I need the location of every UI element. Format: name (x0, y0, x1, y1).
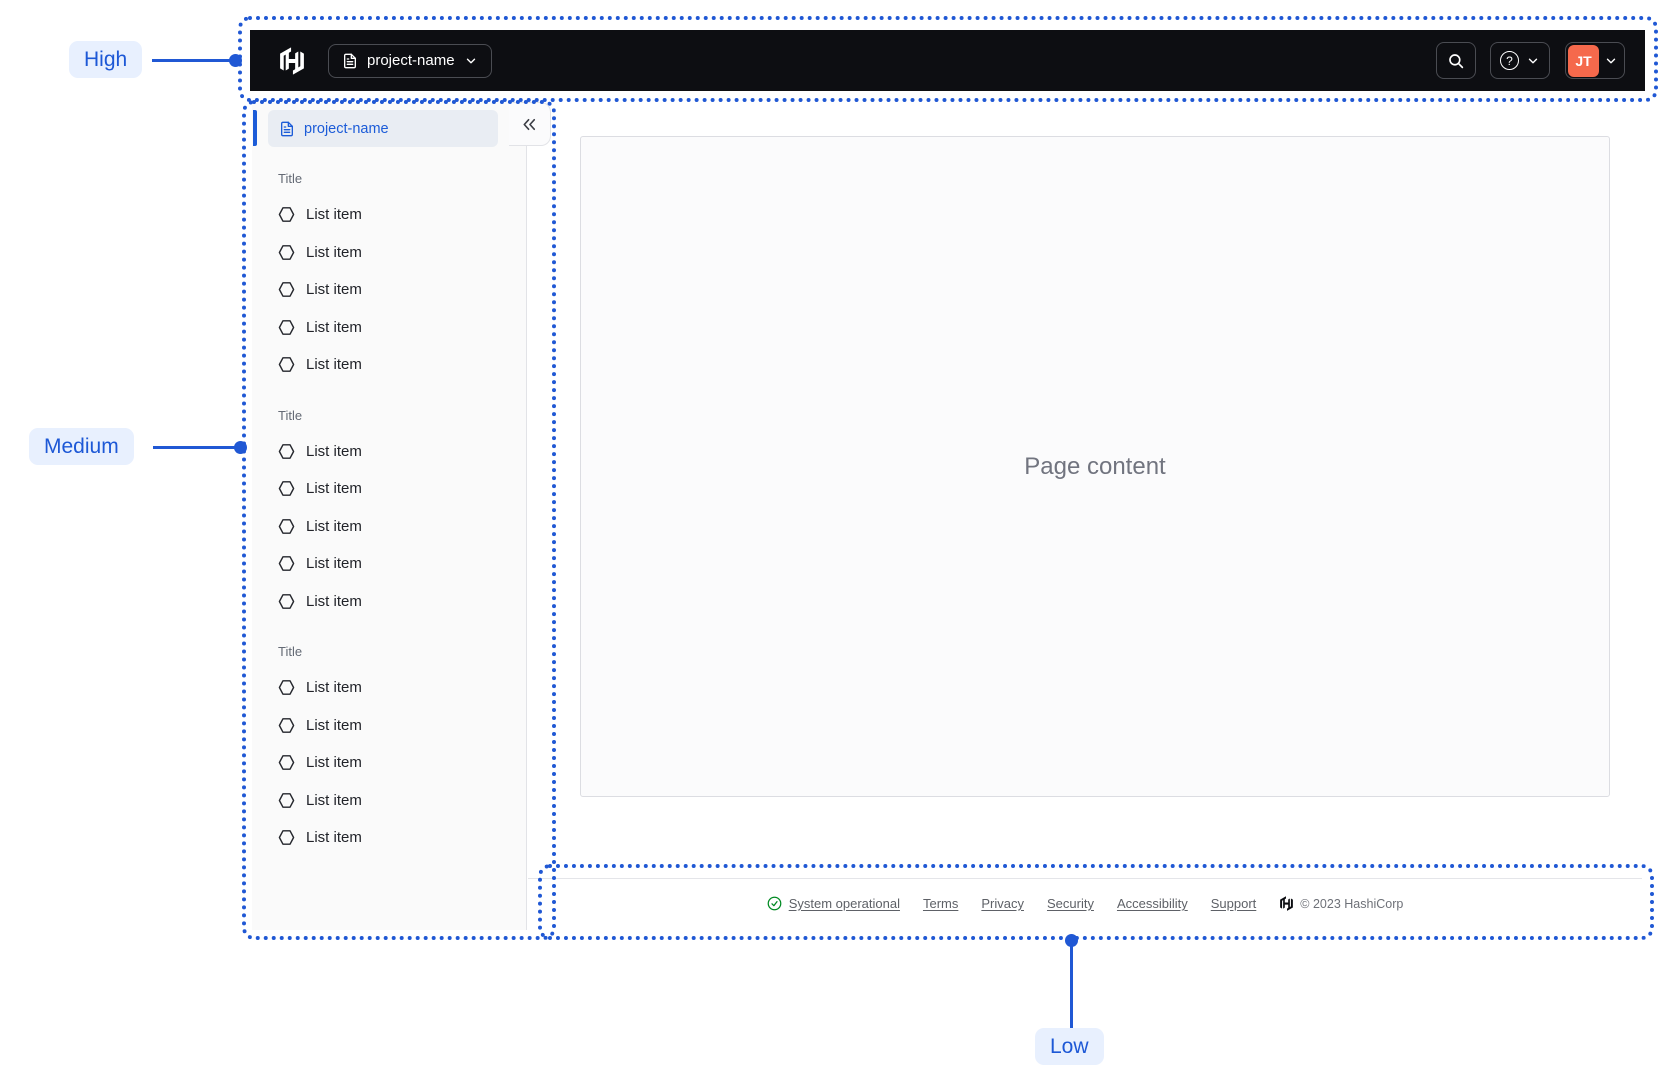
sidebar-list-item[interactable]: List item (252, 346, 526, 384)
sidebar-list-item[interactable]: List item (252, 782, 526, 820)
hexagon-icon (278, 443, 295, 460)
annotation-connector-medium (153, 446, 241, 449)
hexagon-icon (278, 754, 295, 771)
active-item-accent-bar (253, 110, 257, 146)
file-text-icon (279, 121, 295, 137)
hexagon-icon (278, 244, 295, 261)
sidebar-list-item[interactable]: List item (252, 508, 526, 546)
hexagon-icon (278, 281, 295, 298)
chevron-down-icon (464, 54, 478, 68)
file-text-icon (342, 53, 358, 69)
system-status-label: System operational (788, 896, 900, 911)
sidebar-item-label: List item (306, 442, 362, 460)
sidebar-nav: Title List item List item List item List… (252, 147, 526, 857)
page-content-placeholder: Page content (1024, 452, 1166, 480)
check-circle-icon (767, 896, 782, 911)
annotation-dot-medium (234, 441, 247, 454)
sidebar-item-label: List item (306, 679, 362, 697)
sidebar-collapse-button[interactable] (509, 102, 551, 146)
sidebar-item-label: List item (306, 791, 362, 809)
help-menu-button[interactable]: ? (1490, 42, 1550, 79)
accessibility-link[interactable]: Accessibility (1117, 896, 1188, 911)
sidebar-item-label: List item (306, 356, 362, 374)
page: { "annotations": { "high": { "label": "H… (0, 0, 1672, 1078)
security-link[interactable]: Security (1047, 896, 1094, 911)
hexagon-icon (278, 319, 295, 336)
hexagon-icon (278, 717, 295, 734)
hashicorp-logo (1279, 896, 1294, 911)
help-icon: ? (1500, 51, 1519, 70)
sidebar-section-title: Title (278, 407, 303, 423)
sidebar-project-label: project-name (304, 120, 389, 137)
annotation-label-medium: Medium (29, 428, 134, 466)
sidebar-list-item[interactable]: List item (252, 583, 526, 621)
search-button[interactable] (1436, 42, 1476, 79)
sidebar-list-item[interactable]: List item (252, 309, 526, 347)
sidebar-list-item[interactable]: List item (252, 819, 526, 857)
hexagon-icon (278, 593, 295, 610)
sidebar-item-label: List item (306, 754, 362, 772)
hexagon-icon (278, 480, 295, 497)
hashicorp-logo (278, 46, 306, 75)
sidebar-item-label: List item (306, 517, 362, 535)
sidebar-section-title: Title (278, 644, 303, 659)
sidebar-list-item[interactable]: List item (252, 271, 526, 309)
sidebar-item-label: List item (306, 243, 362, 261)
copyright-text: © 2023 HashiCorp (1300, 896, 1404, 911)
hexagon-icon (278, 518, 295, 535)
privacy-link[interactable]: Privacy (981, 896, 1024, 911)
top-navbar: project-name ? JT (250, 30, 1645, 91)
hexagon-icon (278, 792, 295, 809)
hexagon-icon (278, 829, 295, 846)
sidebar: project-name Title List item List item L… (252, 102, 527, 930)
hexagon-icon (278, 206, 295, 223)
sidebar-item-label: List item (306, 592, 362, 610)
annotation-label-low: Low (1035, 1028, 1104, 1066)
sidebar-item-label: List item (306, 716, 362, 734)
sidebar-list-item[interactable]: List item (252, 234, 526, 272)
terms-link[interactable]: Terms (923, 896, 958, 911)
sidebar-list-item[interactable]: List item (252, 707, 526, 745)
chevron-down-icon (1526, 54, 1540, 68)
avatar: JT (1568, 44, 1599, 77)
hexagon-icon (278, 555, 295, 572)
sidebar-list-item[interactable]: List item (252, 545, 526, 583)
footer: System operational Terms Privacy Securit… (528, 878, 1642, 938)
user-menu-button[interactable]: JT (1565, 42, 1625, 79)
annotation-dot-high (229, 54, 242, 67)
sidebar-item-label: List item (306, 829, 362, 847)
sidebar-item-label: List item (306, 318, 362, 336)
sidebar-project-item[interactable]: project-name (268, 110, 498, 147)
sidebar-list-item[interactable]: List item (252, 669, 526, 707)
sidebar-item-label: List item (306, 555, 362, 573)
annotation-label-high: High (69, 41, 143, 79)
sidebar-list-item[interactable]: List item (252, 470, 526, 508)
copyright: © 2023 HashiCorp (1279, 896, 1403, 911)
annotation-dot-low (1065, 934, 1078, 947)
annotation-connector-high (152, 59, 236, 62)
annotation-connector-low (1070, 941, 1073, 1028)
sidebar-list-item[interactable]: List item (252, 433, 526, 471)
sidebar-item-label: List item (306, 480, 362, 498)
sidebar-list-item[interactable]: List item (252, 196, 526, 234)
project-switcher-label: project-name (367, 52, 455, 69)
chevron-down-icon (1604, 54, 1618, 68)
support-link[interactable]: Support (1211, 896, 1257, 911)
search-icon (1447, 52, 1465, 70)
hexagon-icon (278, 679, 295, 696)
hexagon-icon (278, 356, 295, 373)
project-switcher-button[interactable]: project-name (328, 43, 492, 78)
sidebar-list-item[interactable]: List item (252, 744, 526, 782)
sidebar-item-label: List item (306, 206, 362, 224)
chevron-double-left-icon (521, 116, 538, 133)
system-status-link[interactable]: System operational (767, 896, 900, 911)
sidebar-item-label: List item (306, 281, 362, 299)
main-content-frame: Page content (580, 136, 1610, 797)
sidebar-section-title: Title (278, 171, 303, 186)
